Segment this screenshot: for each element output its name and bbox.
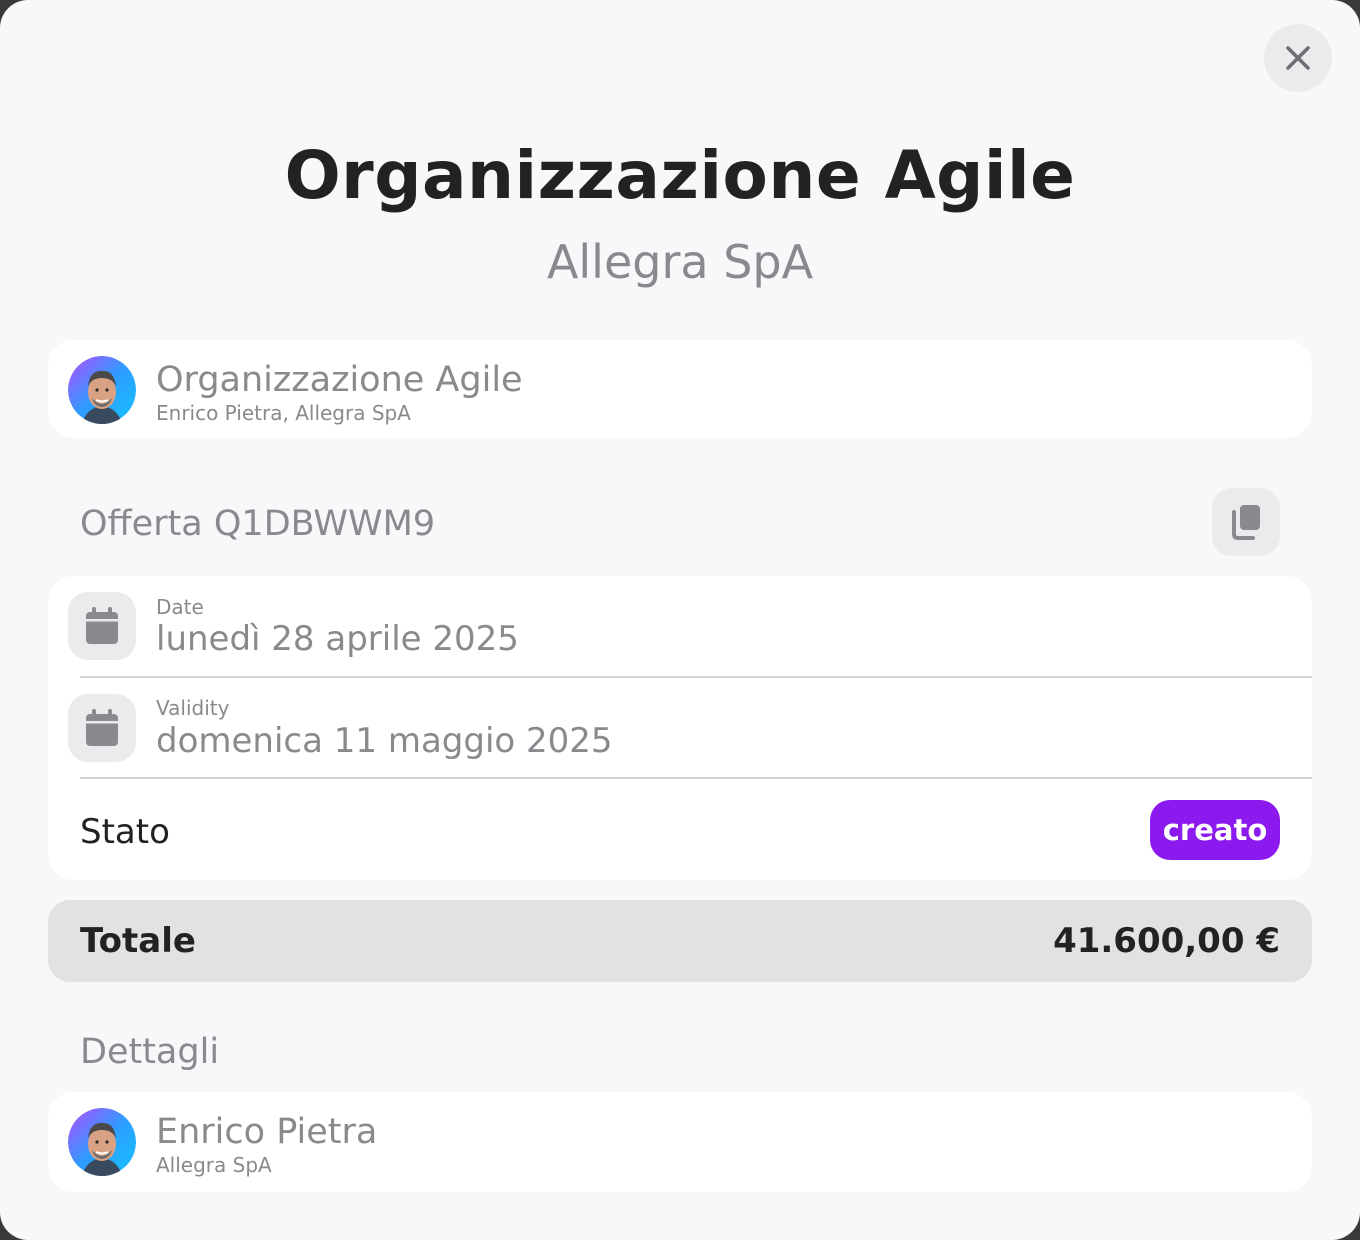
close-button[interactable]: [1264, 24, 1332, 92]
offer-label: Offerta Q1DBWWM9: [80, 504, 436, 544]
total-value: 41.600,00 €: [1053, 921, 1280, 961]
avatar: [68, 1108, 136, 1176]
contact-company: Allegra SpA: [156, 1153, 272, 1177]
date-calendar-box: [68, 592, 136, 660]
copy-button[interactable]: [1212, 488, 1280, 556]
date-value: lunedì 28 aprile 2025: [156, 619, 519, 659]
divider: [80, 676, 1312, 678]
page-title: Organizzazione Agile: [284, 137, 1076, 214]
validity-value: domenica 11 maggio 2025: [156, 721, 613, 761]
validity-calendar-box: [68, 694, 136, 762]
contact-card[interactable]: Enrico Pietra Allegra SpA: [48, 1092, 1312, 1192]
organization-card[interactable]: Organizzazione Agile Enrico Pietra, Alle…: [48, 340, 1312, 438]
divider: [80, 777, 1312, 779]
organization-name: Organizzazione Agile: [156, 360, 523, 400]
date-label: Date: [156, 595, 204, 619]
total-bar: Totale 41.600,00 €: [48, 900, 1312, 982]
organization-subtitle: Enrico Pietra, Allegra SpA: [156, 401, 411, 425]
offer-details-card: Date lunedì 28 aprile 2025 Validity dome…: [48, 576, 1312, 880]
calendar-icon: [86, 709, 118, 746]
status-label: Stato: [80, 812, 170, 852]
close-icon: [1286, 46, 1310, 70]
validity-label: Validity: [156, 696, 230, 720]
total-label: Totale: [80, 921, 196, 961]
details-section-label: Dettagli: [80, 1032, 220, 1072]
calendar-icon: [86, 607, 118, 644]
status-badge: creato: [1150, 800, 1280, 860]
offer-modal: Organizzazione Agile Allegra SpA Organiz…: [0, 0, 1360, 1240]
copy-icon: [1232, 505, 1260, 540]
avatar: [68, 356, 136, 424]
page-subtitle: Allegra SpA: [546, 235, 814, 289]
contact-name: Enrico Pietra: [156, 1112, 378, 1152]
